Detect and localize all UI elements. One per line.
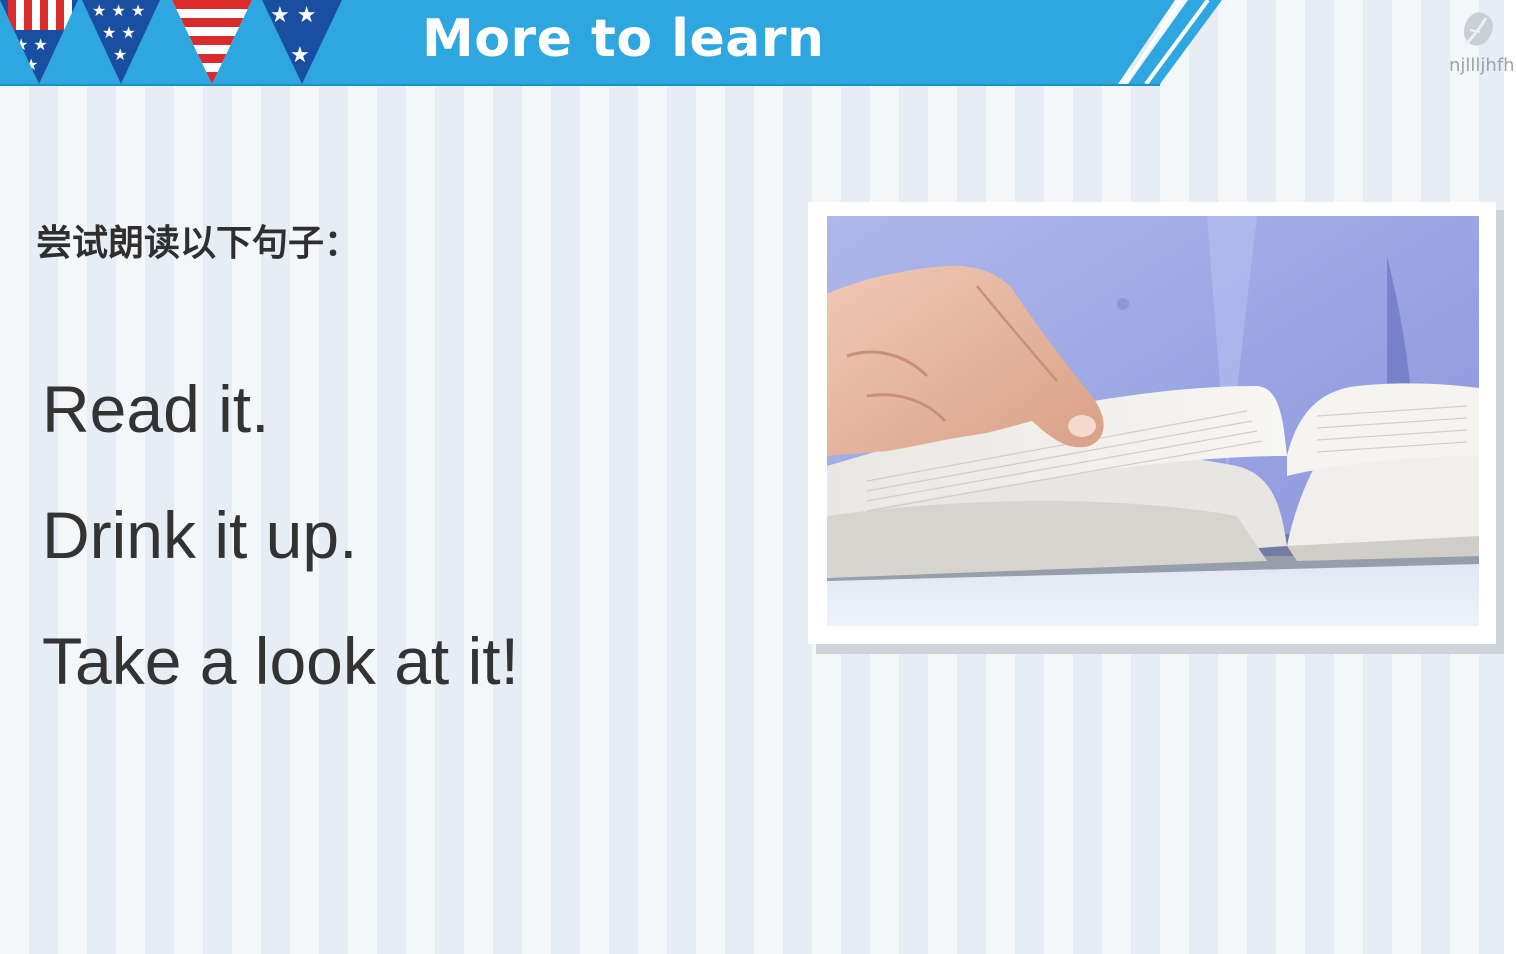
header-banner: ★ ★ ★ ★ ★ ★ ★ ★ ★ ★ ★ ★ More to learn xyxy=(0,0,1240,86)
svg-text:★ ★: ★ ★ xyxy=(270,3,316,28)
instruction-text: 尝试朗读以下句子： xyxy=(36,223,361,264)
book-reading-photo xyxy=(827,216,1479,626)
sentence-item: Take a look at it! xyxy=(42,624,519,698)
slide-edge xyxy=(1504,0,1516,954)
sentence-item: Read it. xyxy=(42,372,270,446)
sentence-list: Read it. Drink it up. Take a look at it! xyxy=(42,346,519,724)
svg-text:★ ★: ★ ★ xyxy=(102,23,136,42)
watermark-text: njllljhfh xyxy=(1449,55,1515,76)
svg-text:★ ★ ★: ★ ★ ★ xyxy=(92,1,145,20)
sentence-item: Drink it up. xyxy=(42,498,358,572)
svg-text:★: ★ xyxy=(290,43,310,68)
svg-text:★: ★ xyxy=(113,45,127,64)
slide-title: More to learn xyxy=(422,9,825,69)
